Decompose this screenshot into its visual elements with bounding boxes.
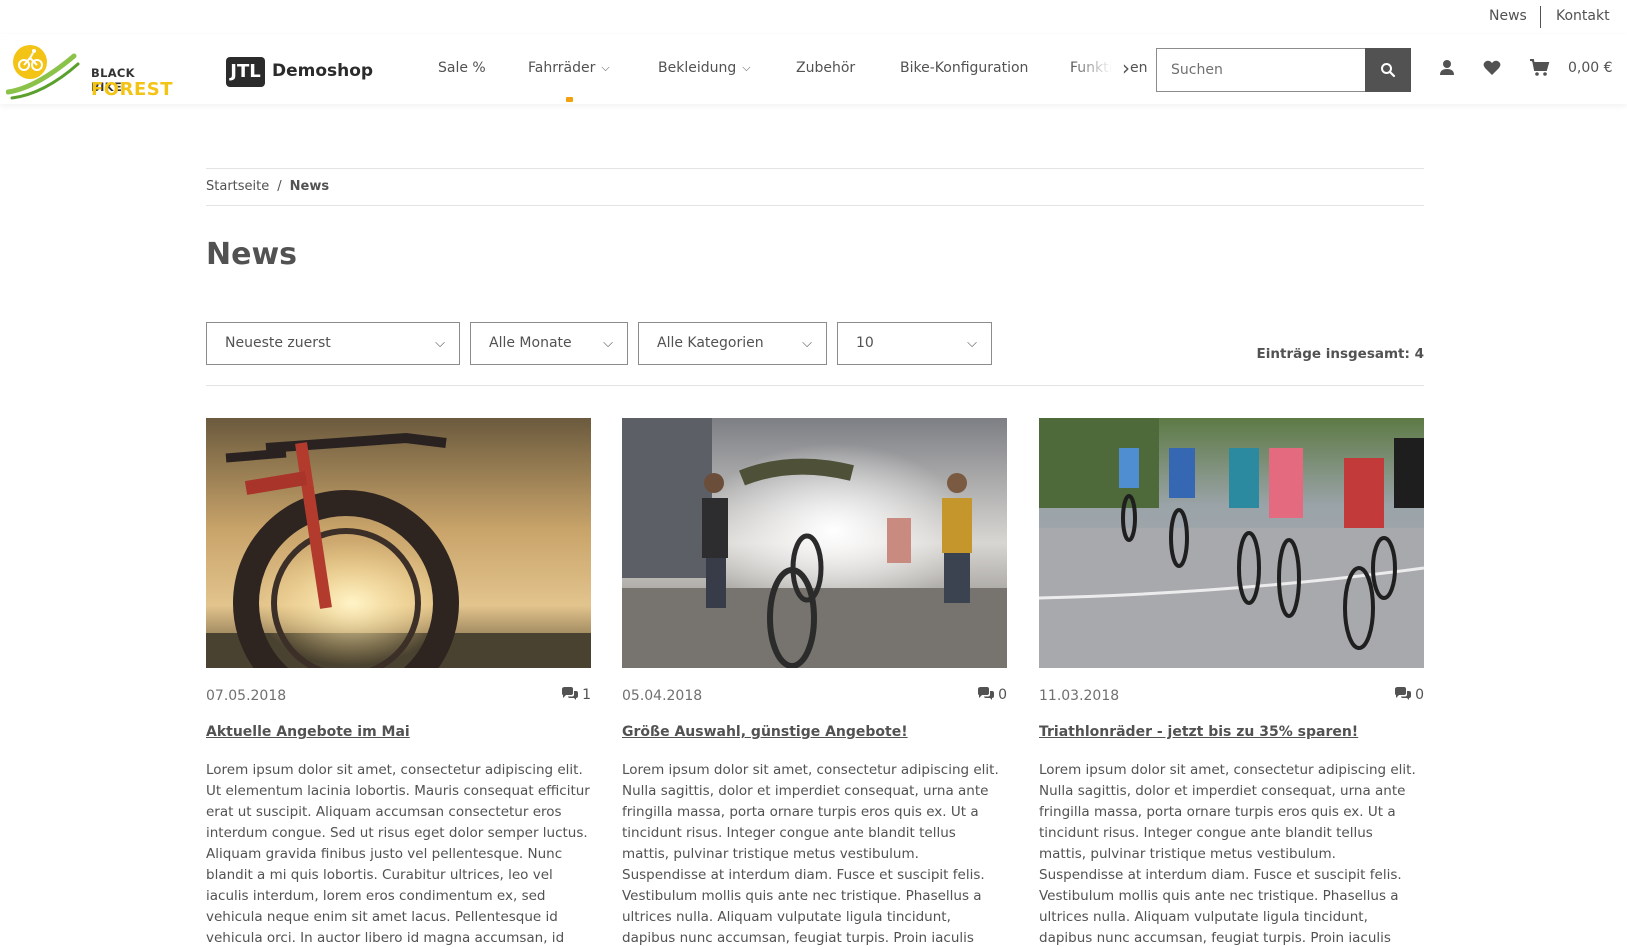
urban-cyclists-photo[interactable] <box>622 418 1007 668</box>
post-excerpt: Lorem ipsum dolor sit amet, consectetur … <box>622 762 999 946</box>
post-date: 05.04.2018 <box>622 688 703 704</box>
search-button[interactable] <box>1365 48 1411 92</box>
category-select-value: Alle Kategorien <box>657 335 764 351</box>
search-input[interactable] <box>1156 48 1366 92</box>
category-select[interactable]: Alle Kategorien ⌵ <box>638 322 827 365</box>
nav-item-label: Zubehör <box>796 60 856 76</box>
search-icon <box>1381 63 1396 78</box>
chevron-right-icon[interactable]: › <box>1122 56 1130 80</box>
nav-item-label: Bike-Konfiguration <box>900 60 1029 76</box>
nav-item-label: Bekleidung <box>658 60 737 76</box>
search-form <box>1156 48 1412 92</box>
breadcrumb-separator: / <box>277 179 282 194</box>
nav-item-label: Sale % <box>438 60 486 76</box>
nav-item-zubehoer[interactable]: Zubehör <box>796 60 855 76</box>
divider <box>206 205 1424 206</box>
nav-item-bekleidung[interactable]: Bekleidung ⌵ <box>658 60 751 76</box>
nav-item-bike-konfiguration[interactable]: Bike-Konfiguration <box>900 60 1028 76</box>
post-excerpt: Lorem ipsum dolor sit amet, consectetur … <box>1039 762 1416 946</box>
breadcrumb-current: News <box>289 179 330 194</box>
chevron-down-icon: ⌵ <box>802 336 812 351</box>
top-bar: News Kontakt <box>0 0 1627 34</box>
post-title-link[interactable]: Triathlonräder - jetzt bis zu 35% sparen… <box>1039 724 1358 740</box>
top-link-news[interactable]: News <box>1489 8 1527 24</box>
comment-count-value: 0 <box>998 687 1007 703</box>
nav-item-label: Fahrräder <box>528 60 596 76</box>
divider <box>206 168 1424 169</box>
post-date: 11.03.2018 <box>1039 688 1120 704</box>
chevron-down-icon: ⌵ <box>967 336 977 351</box>
main-navigation: Sale % Fahrräder ⌵ Bekleidung ⌵ Zubehör Bi… <box>420 34 1147 104</box>
comment-count-value: 0 <box>1415 687 1424 703</box>
comment-count-value: 1 <box>582 687 591 703</box>
post-title-link[interactable]: Größe Auswahl, günstige Angebote! <box>622 724 908 740</box>
post-date: 07.05.2018 <box>206 688 287 704</box>
comments-icon <box>562 687 579 700</box>
comment-count[interactable]: 1 <box>561 687 591 703</box>
per-page-select-value: 10 <box>856 335 874 351</box>
top-bar-divider <box>1540 6 1541 28</box>
comments-icon <box>1395 687 1412 700</box>
month-select-value: Alle Monate <box>489 335 572 351</box>
chevron-down-icon: ⌵ <box>435 336 445 351</box>
heart-icon[interactable] <box>1482 58 1506 80</box>
nav-item-sale[interactable]: Sale % <box>438 60 486 76</box>
nav-item-fahrraeder[interactable]: Fahrräder ⌵ <box>528 60 610 76</box>
comment-count[interactable]: 0 <box>977 687 1007 703</box>
site-header: BLACK BIKE FOREST JTL Demoshop Sale % Fa… <box>0 34 1627 104</box>
chevron-down-icon: ⌵ <box>742 61 751 74</box>
brand-line-2: FOREST <box>91 79 173 100</box>
jtl-demoshop-logo[interactable]: JTL Demoshop <box>226 57 386 87</box>
cart-icon[interactable] <box>1529 58 1553 80</box>
cart-total[interactable]: 0,00 € <box>1568 60 1613 76</box>
post-title-link[interactable]: Aktuelle Angebote im Mai <box>206 724 410 740</box>
demoshop-label: Demoshop <box>272 61 374 81</box>
nav-active-indicator <box>566 97 573 102</box>
comments-icon <box>978 687 995 700</box>
entries-total: Einträge insgesamt: 4 <box>1256 346 1424 362</box>
post-excerpt: Lorem ipsum dolor sit amet, consectetur … <box>206 762 590 946</box>
black-bike-forest-logo[interactable]: BLACK BIKE FOREST <box>5 42 173 100</box>
breadcrumb-home[interactable]: Startseite <box>206 179 269 194</box>
road-race-cyclists-photo[interactable] <box>1039 418 1424 668</box>
chevron-down-icon: ⌵ <box>603 336 613 351</box>
breadcrumb: Startseite / News <box>206 179 329 194</box>
divider <box>206 385 1424 386</box>
bike-wheel-sunset-photo[interactable] <box>206 418 591 668</box>
cyclist-logo-icon <box>5 45 80 100</box>
comment-count[interactable]: 0 <box>1394 687 1424 703</box>
user-icon[interactable] <box>1437 58 1461 80</box>
sort-select-value: Neueste zuerst <box>225 335 331 351</box>
page-title: News <box>206 237 298 272</box>
month-select[interactable]: Alle Monate ⌵ <box>470 322 628 365</box>
sort-select[interactable]: Neueste zuerst ⌵ <box>206 322 460 365</box>
chevron-down-icon: ⌵ <box>601 61 610 74</box>
jtl-logo-mark: JTL <box>226 57 265 87</box>
nav-scroll-fade <box>1070 54 1130 84</box>
top-link-kontakt[interactable]: Kontakt <box>1556 8 1610 24</box>
per-page-select[interactable]: 10 ⌵ <box>837 322 992 365</box>
